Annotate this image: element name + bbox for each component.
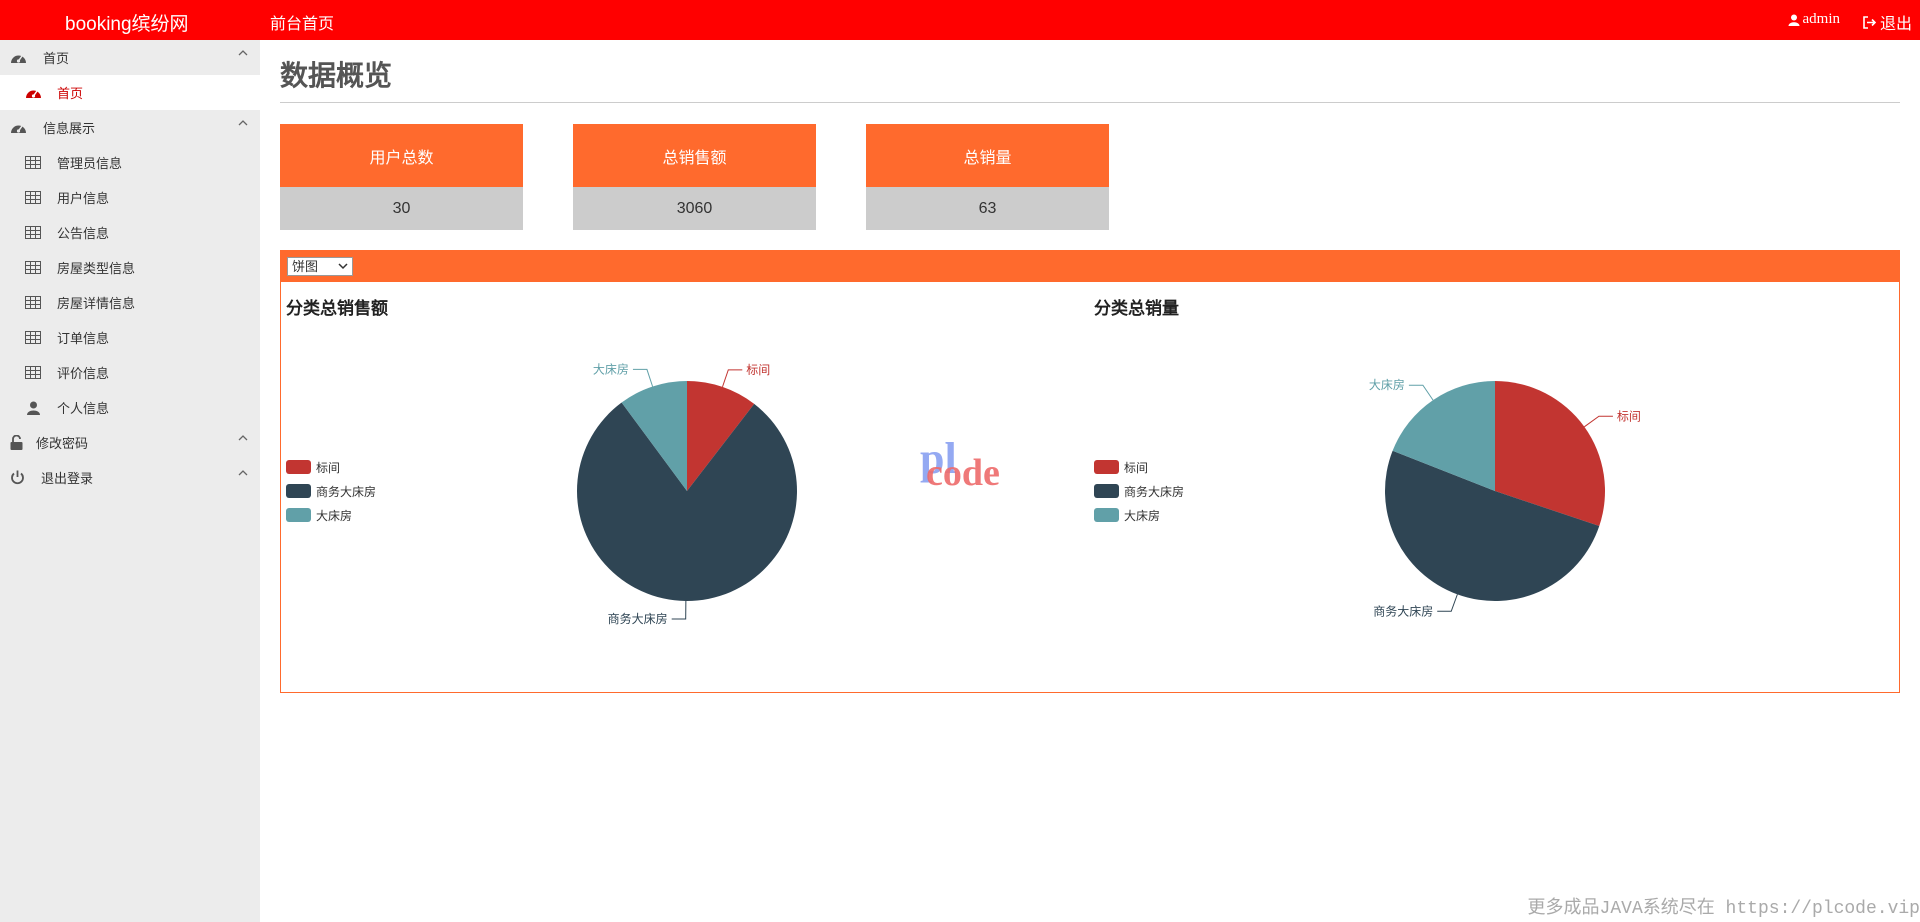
pie-label-line [671, 600, 687, 620]
table-icon [25, 296, 41, 309]
sidebar-item-label: 个人信息 [57, 401, 110, 416]
sidebar-item-label: 管理员信息 [57, 156, 123, 171]
watermark-code: code [926, 452, 1000, 494]
chevron-up-icon [238, 435, 248, 441]
chevron-up-icon [238, 120, 248, 126]
stat-value: 63 [866, 187, 1109, 230]
user-icon [27, 401, 40, 415]
sidebar-item-label: 用户信息 [57, 191, 110, 206]
sidebar: 首页 首页 信息展示 管理员信息 用户信息 公告信息 房屋类型信息 房屋详情信息… [0, 40, 260, 922]
pie-label-line [722, 369, 743, 388]
table-icon [25, 366, 41, 379]
stat-label: 总销售额 [573, 124, 816, 187]
sidebar-item-label: 评价信息 [57, 366, 110, 381]
stat-value: 30 [280, 187, 523, 230]
sidebar-item-label: 房屋类型信息 [57, 261, 136, 276]
table-icon [25, 331, 41, 344]
frontend-home-link[interactable]: 前台首页 [270, 10, 334, 34]
pie-label-line [1408, 384, 1434, 401]
sidebar-group-info[interactable]: 信息展示 [0, 110, 260, 145]
pie-label: 大床房 [593, 361, 629, 376]
sidebar-item-notice-info[interactable]: 公告信息 [0, 215, 260, 250]
logout-link[interactable]: 退出 [1863, 10, 1912, 34]
title-divider [280, 102, 1900, 103]
sidebar-group-change-password[interactable]: 修改密码 [0, 425, 260, 460]
stat-value: 3060 [573, 187, 816, 230]
sidebar-item-label: 信息展示 [43, 121, 96, 136]
dashboard-icon [11, 55, 26, 63]
sidebar-item-order-info[interactable]: 订单信息 [0, 320, 260, 355]
username-label: admin [1802, 11, 1841, 27]
pie-label-line [1437, 594, 1458, 612]
sign-out-icon [1863, 15, 1877, 29]
sidebar-item-label: 修改密码 [36, 436, 89, 451]
stat-label: 总销量 [866, 124, 1109, 187]
dashboard-icon [26, 90, 41, 98]
sidebar-item-review-info[interactable]: 评价信息 [0, 355, 260, 390]
pie-plot: 标间商务大床房 大床房 [1369, 377, 1641, 618]
sidebar-item-user-info[interactable]: 用户信息 [0, 180, 260, 215]
power-icon [11, 470, 24, 485]
logout-label: 退出 [1879, 16, 1912, 33]
chart-type-value: 饼图 [292, 259, 319, 274]
top-navbar: booking缤纷网 前台首页 admin 退出 [0, 0, 1920, 40]
pie-label-line [1584, 415, 1613, 428]
table-icon [25, 261, 41, 274]
pie-label-line [632, 368, 654, 387]
stat-label: 用户总数 [280, 124, 523, 187]
sidebar-item-label: 退出登录 [41, 471, 94, 486]
table-icon [25, 226, 41, 239]
stat-card-user-total: 用户总数 30 [280, 124, 523, 230]
footer-watermark-text: 更多成品JAVA系统尽在 https://plcode.vip [1527, 899, 1920, 919]
sidebar-item-label: 首页 [43, 51, 70, 66]
chart-type-select[interactable]: 饼图 [287, 257, 353, 276]
pie-label: 商务大床房 [1373, 603, 1433, 618]
pie-chart-volume: 分类总销量 标间 商务大床房 大床房 标间 商务大床房 大床房 [1089, 282, 1897, 692]
table-icon [25, 156, 41, 169]
sidebar-item-home[interactable]: 首页 [0, 75, 260, 110]
sidebar-item-label: 房屋详情信息 [57, 296, 136, 311]
sidebar-item-personal-info[interactable]: 个人信息 [0, 390, 260, 425]
stat-card-volume-total: 总销量 63 [866, 124, 1109, 230]
chevron-up-icon [238, 50, 248, 56]
chart-panel: 饼图 分类总销售额 标间 商务大床房 大床房 标间 商务大床房 大床房 分类总销量 … [280, 250, 1900, 693]
pie-label: 大床房 [1369, 377, 1405, 392]
sidebar-item-label: 公告信息 [57, 226, 110, 241]
brand-logo-text[interactable]: booking缤纷网 [65, 9, 189, 36]
sidebar-item-admin-info[interactable]: 管理员信息 [0, 145, 260, 180]
chart-panel-header: 饼图 [281, 251, 1899, 282]
stat-card-sales-total: 总销售额 3060 [573, 124, 816, 230]
pie-label: 标间 [1617, 409, 1641, 423]
dashboard-icon [11, 125, 26, 133]
table-icon [25, 191, 41, 204]
sidebar-item-room-type-info[interactable]: 房屋类型信息 [0, 250, 260, 285]
sidebar-group-home[interactable]: 首页 [0, 40, 260, 75]
sidebar-group-logout[interactable]: 退出登录 [0, 460, 260, 495]
pie-label: 标间 [746, 363, 770, 377]
chevron-up-icon [238, 470, 248, 476]
chevron-down-icon [338, 263, 348, 270]
page-title: 数据概览 [280, 60, 393, 91]
unlock-icon [10, 435, 23, 450]
pie-label: 商务大床房 [608, 611, 668, 626]
user-icon [1788, 14, 1799, 26]
sidebar-item-label: 首页 [57, 86, 84, 101]
user-menu[interactable]: admin [1788, 11, 1841, 28]
sidebar-item-label: 订单信息 [57, 331, 110, 346]
sidebar-item-room-detail-info[interactable]: 房屋详情信息 [0, 285, 260, 320]
